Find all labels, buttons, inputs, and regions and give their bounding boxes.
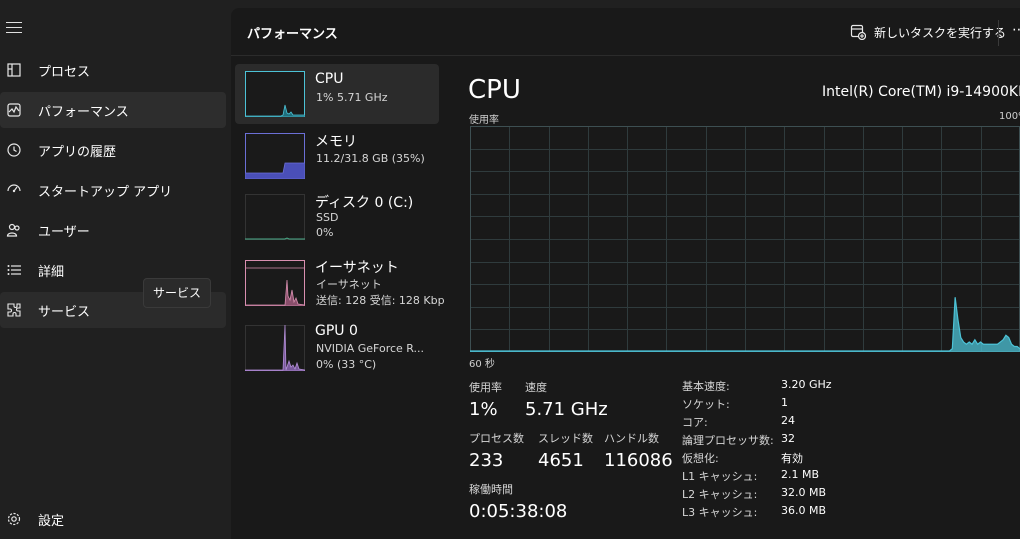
uptime-label: 稼働時間 (469, 483, 513, 496)
spec-value: 32.0 MB (781, 486, 827, 499)
spec-value: 有効 (781, 452, 803, 465)
device-name: GPU 0 (315, 323, 358, 339)
device-item-disk[interactable]: ディスク 0 (C:) SSD 0% (235, 184, 439, 244)
spec-value: 24 (781, 414, 795, 427)
sidebar-item-startup[interactable]: スタートアップ アプリ (0, 172, 226, 208)
speed-value: 5.71 GHz (525, 399, 608, 420)
sidebar-item-label: 設定 (38, 513, 65, 529)
run-new-task-button[interactable]: 新しいタスクを実行する (850, 22, 1006, 42)
threads-value: 4651 (538, 450, 584, 471)
handles-label: ハンドル数 (604, 432, 659, 445)
hamburger-menu-icon[interactable] (6, 22, 22, 36)
startup-icon (6, 182, 22, 198)
sidebar-item-label: アプリの履歴 (38, 144, 117, 160)
spec-key: L2 キャッシュ: (682, 488, 758, 501)
performance-panel: パフォーマンス 新しいタスクを実行する ⋯ CPU 1% 5.71 GHz メモ… (231, 8, 1020, 539)
sidebar-item-label: 詳細 (38, 264, 65, 280)
device-subtitle: 11.2/31.8 GB (35%) (316, 152, 425, 165)
spec-value: 1 (781, 396, 788, 409)
services-icon (6, 302, 22, 318)
spec-key: 基本速度: (682, 380, 730, 393)
device-detail: 0% (316, 226, 334, 239)
sidebar-item-label: パフォーマンス (38, 104, 129, 120)
cpu-usage-graph (470, 126, 1020, 352)
sidebar-item-processes[interactable]: プロセス (0, 52, 226, 88)
device-thumbnail (245, 71, 305, 117)
sidebar-item-settings[interactable]: 設定 (0, 501, 226, 537)
uptime-value: 0:05:38:08 (469, 501, 568, 522)
device-subtitle: SSD (316, 211, 339, 224)
cpu-model-name: Intel(R) Core(TM) i9-14900KF (822, 84, 1020, 100)
spec-key: L3 キャッシュ: (682, 506, 758, 519)
run-task-icon (850, 24, 866, 40)
device-thumbnail (245, 133, 305, 179)
spec-value: 2.1 MB (781, 468, 820, 481)
device-item-ethernet[interactable]: イーサネット イーサネット 送信: 128 受信: 128 Kbp (235, 252, 445, 312)
usage-value: 1% (469, 399, 498, 420)
details-icon (6, 262, 22, 278)
device-item-gpu[interactable]: GPU 0 NVIDIA GeForce R... 0% (33 °C) (235, 318, 439, 378)
more-options-icon[interactable]: ⋯ (1012, 22, 1020, 42)
gear-icon (6, 511, 22, 527)
task-manager-window: プロセス パフォーマンス アプリの履歴 スタートアップ アプリ ユーザー 詳細 … (0, 0, 1020, 539)
device-thumbnail (245, 260, 305, 306)
device-name: メモリ (315, 134, 357, 150)
spec-key: ソケット: (682, 398, 730, 411)
users-icon (6, 222, 22, 238)
device-subtitle: 1% 5.71 GHz (316, 91, 388, 104)
tooltip: サービス (143, 278, 212, 308)
sidebar-item-users[interactable]: ユーザー (0, 212, 226, 248)
utilization-max-label: 100% (999, 111, 1020, 122)
usage-label: 使用率 (469, 381, 502, 394)
spec-key: L1 キャッシュ: (682, 470, 758, 483)
sidebar-item-label: サービス (38, 304, 91, 320)
spec-key: 仮想化: (682, 452, 719, 465)
device-name: CPU (315, 71, 344, 87)
run-task-label: 新しいタスクを実行する (874, 25, 1007, 40)
page-header: パフォーマンス 新しいタスクを実行する ⋯ (231, 8, 1020, 56)
processes-icon (6, 62, 22, 78)
spec-value: 3.20 GHz (781, 378, 832, 391)
processes-value: 233 (469, 450, 504, 471)
device-subtitle: NVIDIA GeForce R... (316, 342, 425, 355)
utilization-label: 使用率 (469, 115, 499, 126)
sidebar: プロセス パフォーマンス アプリの履歴 スタートアップ アプリ ユーザー 詳細 … (0, 0, 230, 539)
header-divider (998, 20, 999, 46)
sidebar-item-label: スタートアップ アプリ (38, 184, 173, 200)
handles-value: 116086 (604, 450, 673, 471)
device-item-memory[interactable]: メモリ 11.2/31.8 GB (35%) (235, 124, 439, 184)
sidebar-item-performance[interactable]: パフォーマンス (0, 92, 226, 128)
speed-label: 速度 (525, 381, 547, 394)
sidebar-item-label: ユーザー (38, 224, 90, 240)
device-subtitle: イーサネット (316, 278, 382, 291)
sidebar-item-label: プロセス (38, 64, 91, 80)
threads-label: スレッド数 (538, 432, 593, 445)
detail-title: CPU (468, 75, 521, 105)
sidebar-item-app-history[interactable]: アプリの履歴 (0, 132, 226, 168)
device-name: ディスク 0 (C:) (315, 195, 414, 211)
device-detail: 送信: 128 受信: 128 Kbp (316, 294, 445, 307)
page-title: パフォーマンス (247, 27, 338, 42)
spec-key: 論理プロセッサ数: (682, 434, 774, 447)
spec-key: コア: (682, 416, 708, 429)
device-name: イーサネット (315, 260, 399, 276)
time-span-label: 60 秒 (469, 359, 495, 370)
device-item-cpu[interactable]: CPU 1% 5.71 GHz (235, 64, 439, 124)
performance-icon (6, 102, 22, 118)
processes-label: プロセス数 (469, 432, 524, 445)
device-thumbnail (245, 194, 305, 240)
spec-value: 32 (781, 432, 795, 445)
spec-value: 36.0 MB (781, 504, 827, 517)
device-detail: 0% (33 °C) (316, 358, 377, 371)
device-thumbnail (245, 325, 305, 371)
app-history-icon (6, 142, 22, 158)
